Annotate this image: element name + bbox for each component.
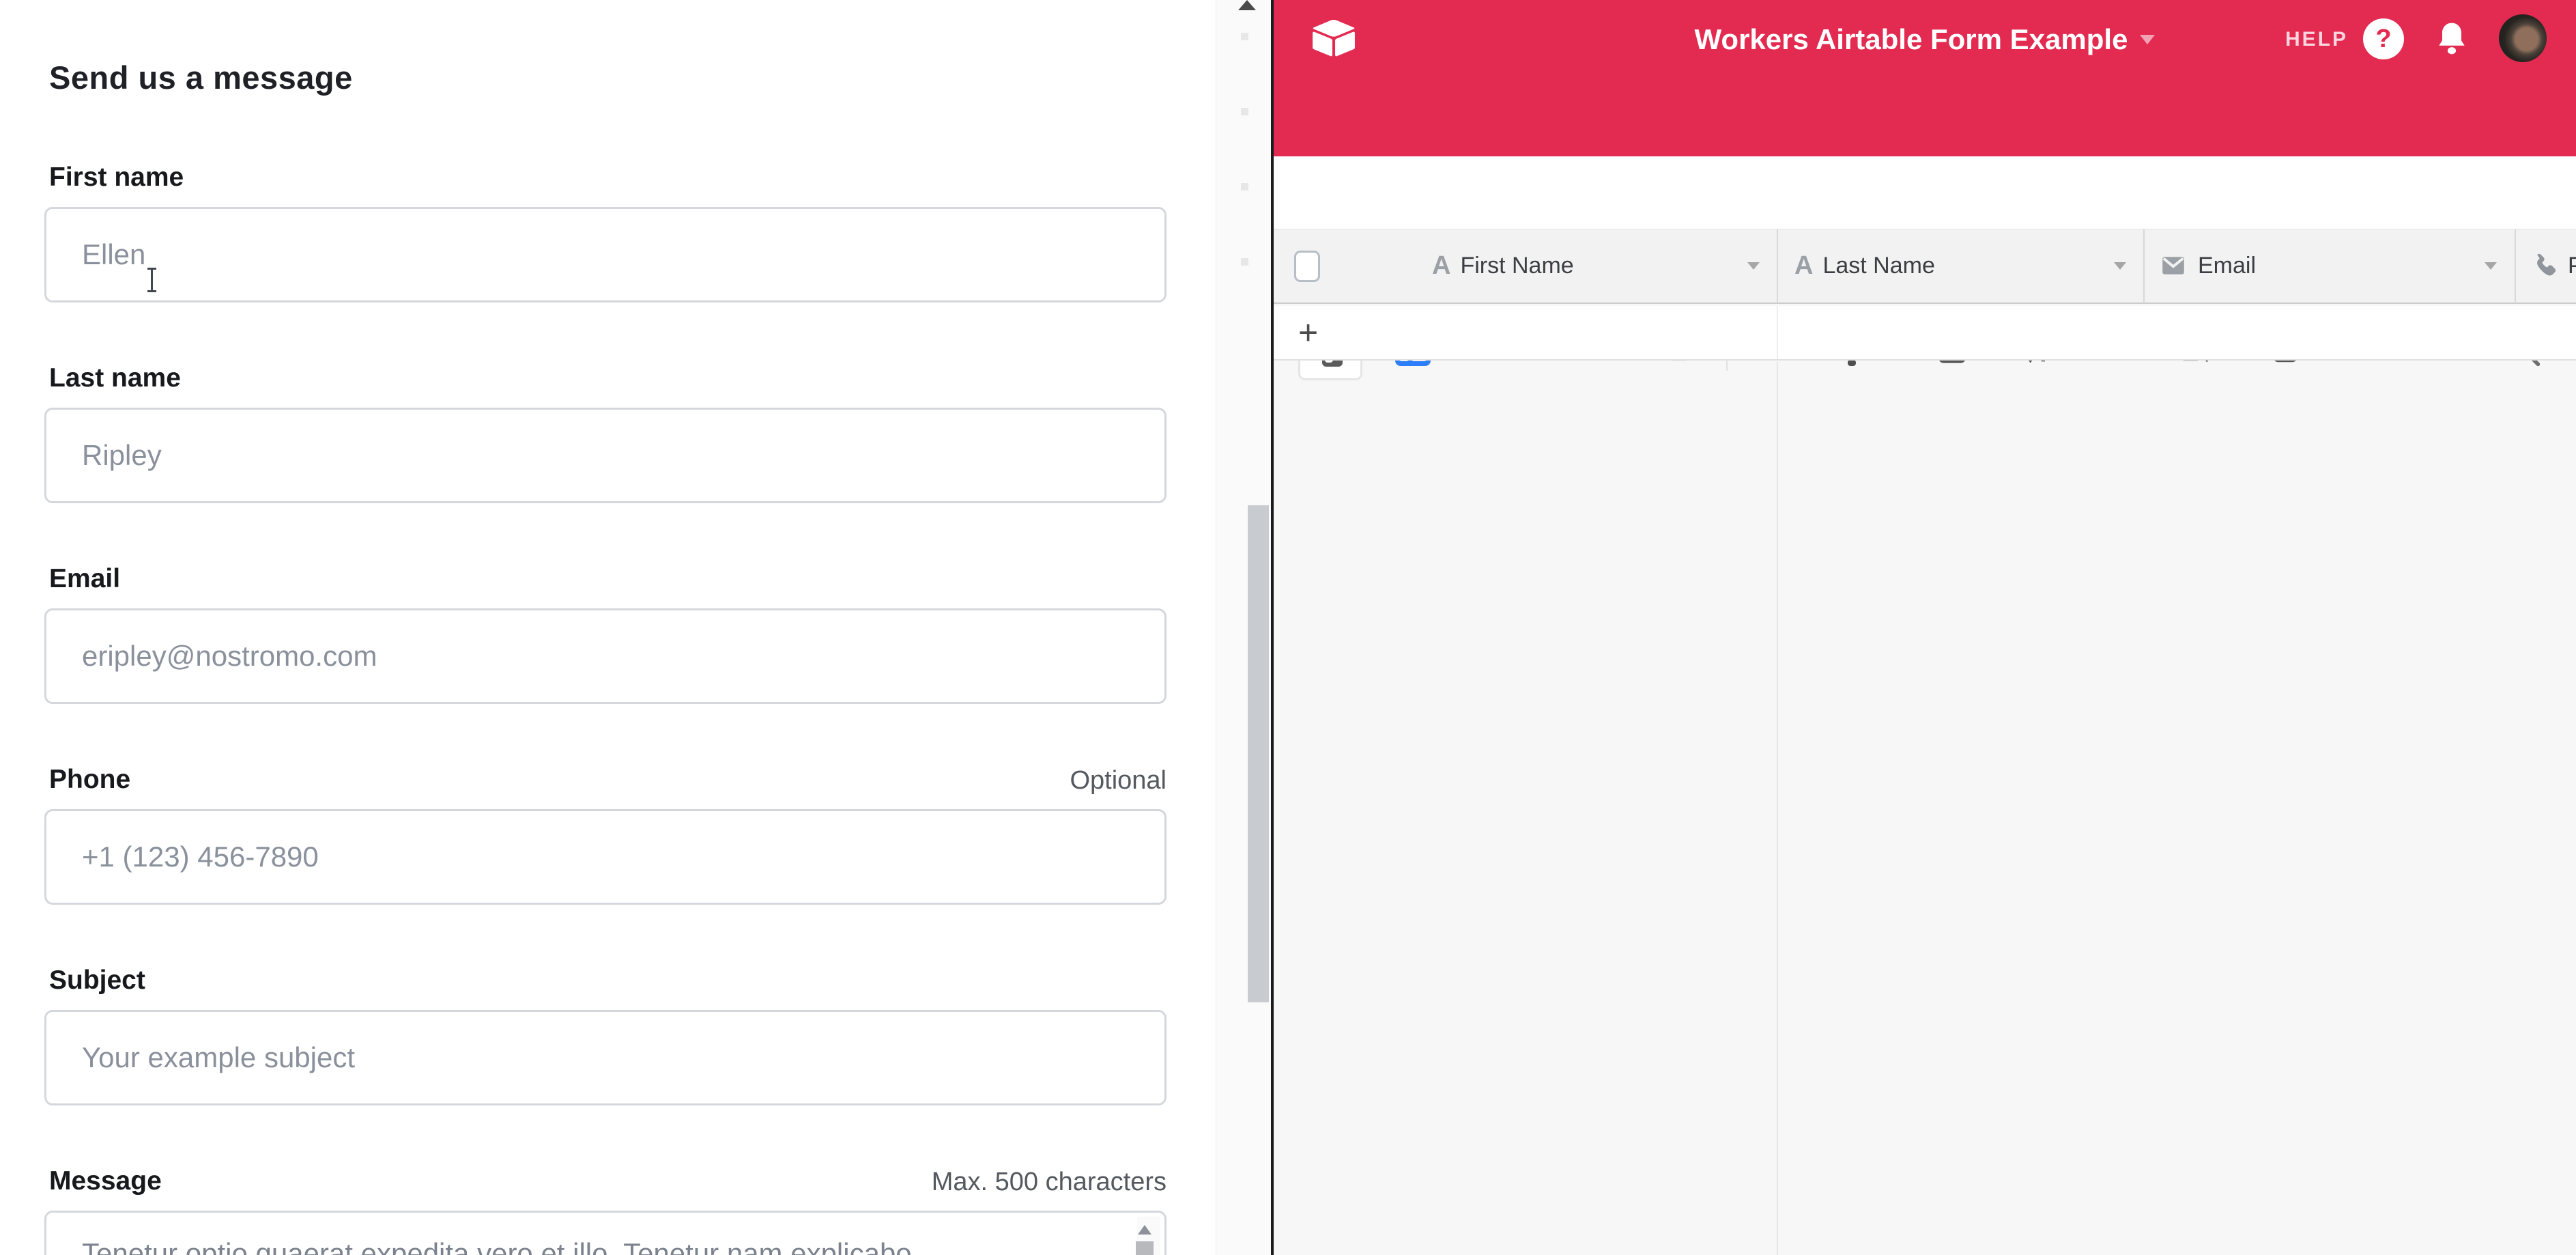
gutter-dot — [1241, 183, 1248, 191]
page-scrollbar[interactable] — [1216, 0, 1271, 1255]
phone-optional-hint: Optional — [1070, 766, 1167, 795]
view-toolbar: Grid view ••• </> — [1274, 156, 2576, 229]
help-question-icon[interactable]: ? — [2363, 18, 2404, 59]
first-name-label: First name — [49, 163, 184, 193]
user-avatar[interactable] — [2499, 14, 2547, 62]
column-separator[interactable] — [2143, 229, 2145, 303]
envelope-icon — [2158, 253, 2188, 278]
contact-form-pane: Send us a message First name Last name E… — [0, 0, 1216, 1255]
airtable-topbar: Workers Airtable Form Example HELP ? — [1274, 0, 2576, 79]
chevron-down-icon — [2140, 35, 2155, 44]
message-textarea[interactable]: Tenetur optio quaerat expedita vero et i… — [44, 1211, 1167, 1255]
gutter-dot — [1241, 33, 1248, 40]
phone-input[interactable] — [44, 809, 1167, 905]
notifications-bell-icon[interactable] — [2433, 19, 2471, 59]
column-name: Last Name — [1822, 253, 2104, 279]
column-header-email[interactable]: Email — [2158, 229, 2497, 302]
grid-add-row[interactable] — [1274, 306, 2576, 361]
chevron-down-icon[interactable] — [1747, 262, 1760, 270]
column-name: First Name — [1460, 253, 1738, 279]
last-name-input[interactable] — [44, 408, 1167, 503]
first-name-input[interactable] — [44, 207, 1167, 302]
gutter-dot — [1241, 108, 1248, 115]
form-title: Send us a message — [49, 59, 353, 96]
subject-input[interactable] — [44, 1010, 1167, 1105]
column-grid-line — [1777, 306, 1778, 359]
text-field-icon: A — [1432, 251, 1450, 281]
textarea-scrollbar[interactable] — [1137, 1217, 1160, 1255]
last-name-label: Last name — [49, 363, 181, 393]
column-header-phone[interactable]: P — [2530, 229, 2576, 302]
scrollbar-thumb[interactable] — [1248, 505, 1269, 1002]
column-header-last-name[interactable]: A Last Name — [1794, 229, 2126, 302]
message-max-hint: Max. 500 characters — [932, 1168, 1167, 1197]
column-grid-line — [1777, 362, 1778, 1255]
help-button[interactable]: HELP — [2285, 0, 2348, 79]
phone-label: Phone — [49, 765, 130, 795]
gutter-dot — [1241, 258, 1248, 266]
base-title: Workers Airtable Form Example — [1695, 23, 2128, 56]
column-name: Email — [2198, 253, 2475, 279]
chevron-down-icon[interactable] — [2485, 262, 2497, 270]
subject-label: Subject — [49, 965, 145, 996]
column-separator[interactable] — [1777, 229, 1778, 303]
column-header-first-name[interactable]: A First Name — [1432, 229, 1760, 302]
email-label: Email — [49, 564, 120, 594]
column-separator[interactable] — [2515, 229, 2516, 303]
scroll-up-arrow-icon[interactable] — [1138, 1225, 1151, 1235]
message-label: Message — [49, 1166, 162, 1196]
email-input[interactable] — [44, 608, 1167, 704]
chevron-down-icon[interactable] — [2114, 262, 2126, 270]
text-field-icon: A — [1794, 251, 1813, 281]
add-record-button[interactable]: + — [1298, 306, 1318, 359]
textarea-scroll-thumb[interactable] — [1136, 1241, 1154, 1255]
scrollbar-up-arrow-icon[interactable] — [1238, 0, 1256, 10]
select-all-checkbox[interactable] — [1294, 251, 1320, 282]
airtable-pane: Workers Airtable Form Example HELP ? For… — [1274, 0, 2576, 1255]
table-tabbar: Form Submissions SHARE AUTO — [1274, 79, 2576, 156]
phone-icon — [2530, 251, 2558, 280]
text-cursor-icon — [146, 268, 158, 292]
message-text: Tenetur optio quaerat expedita vero et i… — [82, 1237, 1065, 1255]
column-name: P — [2568, 253, 2576, 279]
